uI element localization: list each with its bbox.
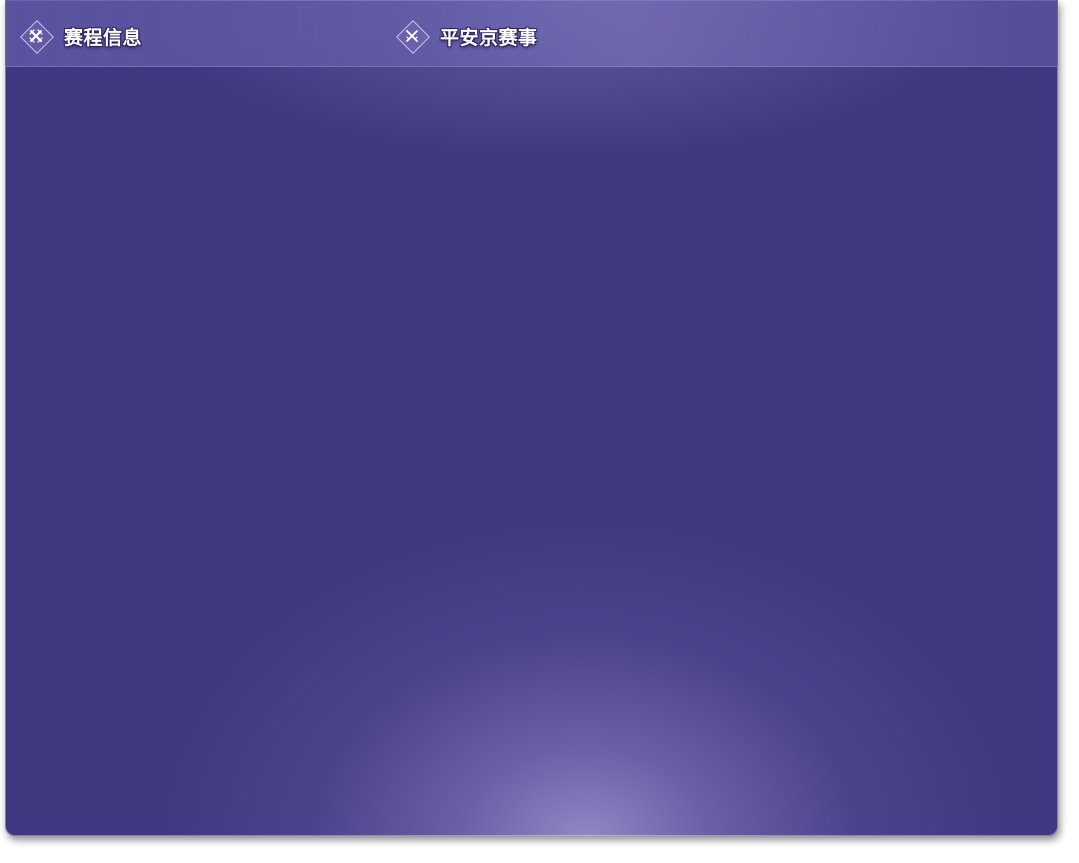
crossed-swords-icon bbox=[18, 18, 54, 54]
tab-schedule-label: 赛程信息 bbox=[64, 26, 143, 49]
content-area bbox=[5, 67, 1058, 836]
tab-schedule-info[interactable]: 赛程信息 bbox=[18, 18, 142, 54]
main-panel: 赛程信息 平安京赛事 bbox=[5, 0, 1058, 836]
crossed-swords-icon bbox=[394, 18, 430, 54]
panel-header: 赛程信息 平安京赛事 bbox=[5, 0, 1058, 67]
tab-heian-kyo-events[interactable]: 平安京赛事 bbox=[394, 18, 538, 54]
tab-events-label: 平安京赛事 bbox=[440, 26, 538, 49]
